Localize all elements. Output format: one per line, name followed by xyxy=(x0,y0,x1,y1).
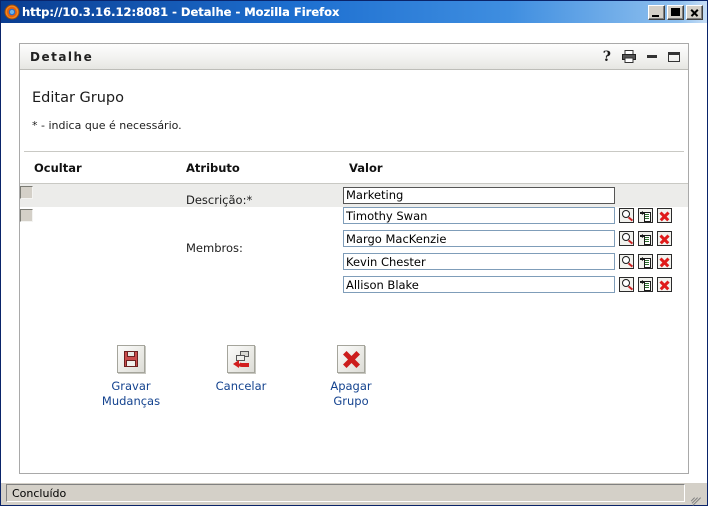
panel-content: Editar Grupo * - indica que é necessário… xyxy=(20,70,688,473)
attribute-label-descricao: Descrição:* xyxy=(180,184,343,207)
search-icon[interactable] xyxy=(619,254,634,269)
close-button[interactable] xyxy=(686,5,703,20)
attribute-cell: Descrição:* xyxy=(180,184,343,208)
status-bar: Concluído xyxy=(3,483,705,503)
hide-cell xyxy=(20,184,180,208)
status-text: Concluído xyxy=(6,484,685,502)
delete-icon[interactable] xyxy=(657,208,672,223)
panel-toolbar: ? xyxy=(603,50,680,64)
delete-icon[interactable] xyxy=(657,277,672,292)
save-changes-label: Gravar Mudanças xyxy=(76,379,186,409)
save-label-line1: Gravar xyxy=(76,379,186,394)
action-bar: Gravar Mudanças Cancelar xyxy=(20,299,688,409)
minimize-button[interactable] xyxy=(648,5,665,20)
required-note: * - indica que é necessário. xyxy=(20,106,688,132)
help-icon[interactable]: ? xyxy=(603,50,611,64)
list-item xyxy=(343,207,688,224)
panel-minimize-icon[interactable] xyxy=(647,55,657,58)
delete-group-icon xyxy=(337,345,365,373)
panel-header: Detalhe ? xyxy=(20,44,688,70)
delete-label-line1: Apagar xyxy=(296,379,406,394)
attribute-cell: Membros: xyxy=(180,207,343,299)
value-cell xyxy=(343,207,688,299)
delete-label-line2: Grupo xyxy=(296,394,406,409)
window-controls xyxy=(648,5,705,20)
paste-icon[interactable] xyxy=(638,231,653,246)
member-input-2[interactable] xyxy=(343,230,615,247)
attributes-table: Ocultar Atributo Valor Descrição xyxy=(20,152,688,299)
table-head: Ocultar Atributo Valor xyxy=(20,152,688,184)
member-input-3[interactable] xyxy=(343,253,615,270)
list-item xyxy=(343,230,688,247)
list-item xyxy=(343,253,688,270)
table-row: Descrição:* xyxy=(20,184,688,208)
descricao-input[interactable] xyxy=(343,187,615,204)
detail-panel: Detalhe ? Editar Grupo xyxy=(19,43,689,474)
panel-maximize-icon[interactable] xyxy=(668,52,680,62)
table-header-row: Ocultar Atributo Valor xyxy=(20,152,688,184)
member-input-1[interactable] xyxy=(343,207,615,224)
list-item xyxy=(343,276,688,293)
cancel-icon xyxy=(227,345,255,373)
delete-group-label: Apagar Grupo xyxy=(296,379,406,409)
hide-checkbox-descricao[interactable] xyxy=(20,186,33,199)
column-header-hide: Ocultar xyxy=(20,152,180,184)
search-icon[interactable] xyxy=(619,208,634,223)
cancel-label-line1: Cancelar xyxy=(186,379,296,394)
save-changes-button[interactable]: Gravar Mudanças xyxy=(76,345,186,409)
delete-icon[interactable] xyxy=(657,231,672,246)
search-icon[interactable] xyxy=(619,277,634,292)
firefox-logo-icon xyxy=(4,4,20,20)
member-input-4[interactable] xyxy=(343,276,615,293)
maximize-button[interactable] xyxy=(667,5,684,20)
cancel-label: Cancelar xyxy=(186,379,296,394)
column-header-attribute: Atributo xyxy=(180,152,343,184)
save-icon xyxy=(117,345,145,373)
paste-icon[interactable] xyxy=(638,208,653,223)
browser-content: Detalhe ? Editar Grupo xyxy=(1,23,707,483)
search-icon[interactable] xyxy=(619,231,634,246)
column-header-value: Valor xyxy=(343,152,688,184)
resize-grip[interactable] xyxy=(687,485,703,501)
window-titlebar: http://10.3.16.12:8081 - Detalhe - Mozil… xyxy=(1,1,707,23)
save-label-line2: Mudanças xyxy=(76,394,186,409)
table-body: Descrição:* Membros: xyxy=(20,184,688,300)
delete-group-button[interactable]: Apagar Grupo xyxy=(296,345,406,409)
paste-icon[interactable] xyxy=(638,254,653,269)
printer-icon[interactable] xyxy=(622,50,636,63)
cancel-button[interactable]: Cancelar xyxy=(186,345,296,409)
hide-cell xyxy=(20,207,180,299)
window-title: http://10.3.16.12:8081 - Detalhe - Mozil… xyxy=(22,5,339,19)
browser-window: http://10.3.16.12:8081 - Detalhe - Mozil… xyxy=(0,0,708,506)
delete-icon[interactable] xyxy=(657,254,672,269)
hide-checkbox-membros[interactable] xyxy=(20,209,33,222)
table-row: Membros: xyxy=(20,207,688,299)
panel-title: Detalhe xyxy=(30,50,93,64)
value-cell xyxy=(343,184,688,208)
page-title: Editar Grupo xyxy=(20,70,688,106)
attribute-label-membros: Membros: xyxy=(180,207,343,255)
paste-icon[interactable] xyxy=(638,277,653,292)
